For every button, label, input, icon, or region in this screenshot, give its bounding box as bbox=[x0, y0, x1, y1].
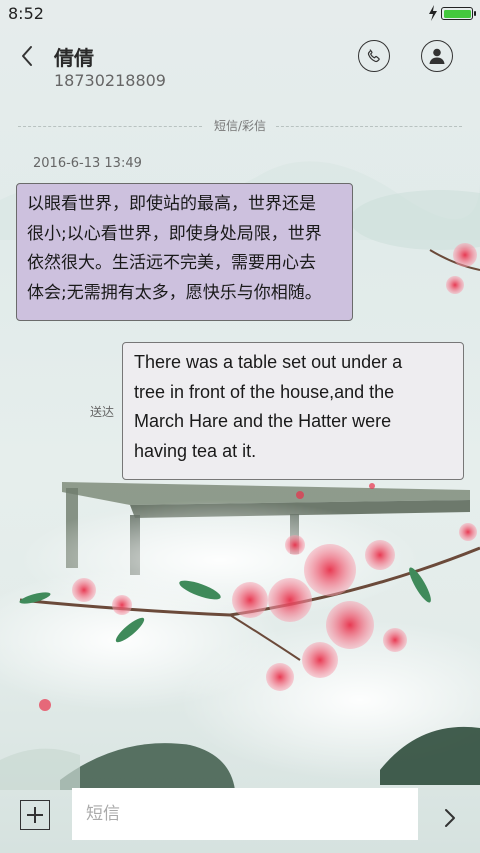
contact-phone-number: 18730218809 bbox=[54, 71, 166, 90]
battery-tip bbox=[474, 11, 476, 16]
status-time: 8:52 bbox=[8, 4, 44, 23]
message-line: 体会;无需拥有太多，愿快乐与你相随。 bbox=[27, 282, 322, 303]
conversation-header: 倩倩 18730218809 bbox=[0, 28, 480, 100]
contact-profile-button[interactable] bbox=[421, 40, 453, 72]
add-attachment-button[interactable] bbox=[20, 800, 50, 830]
message-line: tree in front of the house,and the bbox=[134, 381, 395, 402]
charging-bolt-icon bbox=[429, 5, 437, 21]
message-line: 很小;以心看世界，即使身处局限，世界 bbox=[27, 223, 322, 244]
battery-level-fill bbox=[443, 9, 471, 18]
person-icon bbox=[429, 48, 445, 64]
message-type-divider: 短信/彩信 bbox=[18, 117, 462, 135]
message-line: There was a table set out under a bbox=[134, 352, 403, 372]
message-timestamp: 2016-6-13 13:49 bbox=[33, 156, 142, 171]
message-line: 以眼看世界，即使站的最高，世界还是 bbox=[27, 194, 316, 214]
message-line: March Hare and the Hatter were bbox=[134, 411, 392, 431]
incoming-message-bubble[interactable]: 以眼看世界，即使站的最高，世界还是 很小;以心看世界，即使身处局限，世界 依然很… bbox=[16, 183, 353, 321]
delivery-status: 送达 bbox=[90, 405, 115, 419]
phone-icon bbox=[367, 49, 380, 63]
divider-line-right bbox=[276, 126, 462, 127]
message-line: 依然很大。生活远不完美，需要用心去 bbox=[27, 253, 316, 273]
contact-name: 倩倩 bbox=[54, 46, 94, 70]
status-bar: 8:52 bbox=[0, 0, 480, 28]
call-button[interactable] bbox=[358, 40, 390, 72]
send-icon[interactable] bbox=[440, 806, 460, 830]
battery-icon bbox=[441, 7, 476, 20]
divider-label-text: 短信/彩信 bbox=[213, 119, 267, 133]
message-input[interactable] bbox=[72, 788, 418, 840]
back-icon[interactable] bbox=[14, 42, 42, 70]
message-line: having tea at it. bbox=[134, 440, 257, 461]
outgoing-message-bubble[interactable]: There was a table set out under a tree i… bbox=[122, 342, 464, 480]
